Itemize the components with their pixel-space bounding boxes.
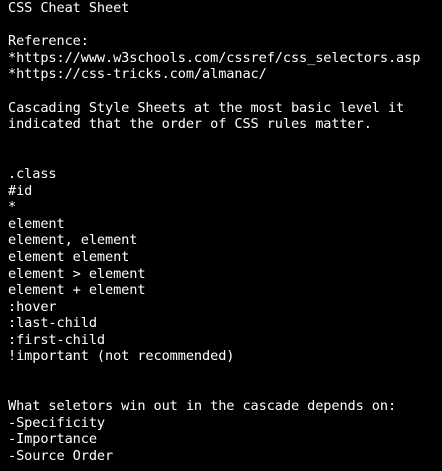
selector-item: element element — [8, 248, 130, 265]
reference-heading: Reference: — [8, 33, 89, 50]
selector-item: :last-child — [8, 315, 97, 332]
reference-link-css-tricks: *https://css-tricks.com/almanac/ — [8, 66, 267, 83]
cascade-factor: -Importance — [8, 431, 97, 448]
selector-item: element — [8, 215, 65, 232]
selector-item: !important (not recommended) — [8, 348, 235, 365]
description-line: Cascading Style Sheets at the most basic… — [8, 99, 405, 116]
selector-item: #id — [8, 182, 33, 199]
title-line: CSS Cheat Sheet — [8, 0, 130, 16]
cascade-factor: -Source Order — [8, 448, 114, 465]
text-viewer: CSS Cheat Sheet Reference: *https://www.w3… — [0, 0, 442, 471]
selector-item: element + element — [8, 282, 146, 299]
selector-item: element, element — [8, 232, 138, 249]
selector-item: :first-child — [8, 331, 106, 348]
selector-item: .class — [8, 165, 57, 182]
description-line: indicated that the order of CSS rules ma… — [8, 116, 372, 133]
document-text: CSS Cheat Sheet Reference: *https://www.w3… — [8, 0, 442, 465]
reference-link-w3schools: *https://www.w3schools.com/cssref/css_se… — [8, 49, 421, 66]
cascade-heading: What seletors win out in the cascade dep… — [8, 398, 397, 415]
selector-item: element > element — [8, 265, 146, 282]
selector-item: :hover — [8, 298, 57, 315]
cascade-factor: -Specificity — [8, 414, 106, 431]
selector-item: * — [8, 199, 17, 216]
